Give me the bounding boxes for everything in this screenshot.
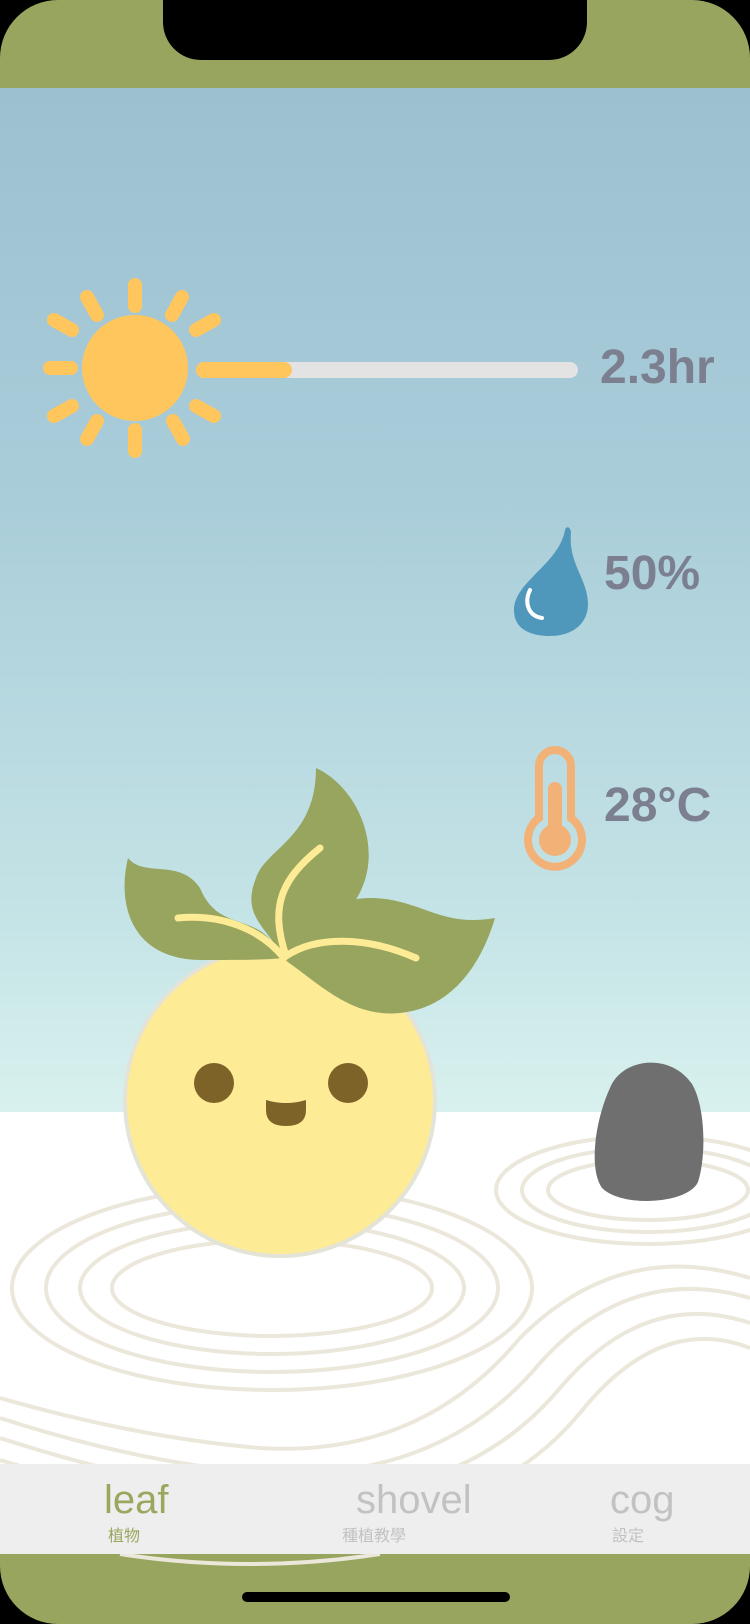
sand-ripple-bottom [119, 1554, 381, 1566]
sunlight-progress-track [196, 362, 578, 378]
device-frame: 2.3hr 50% 28°C leaf 植物 shovel 種植教學 cog 設… [0, 0, 750, 1624]
thermometer-icon [524, 746, 586, 871]
notch [163, 0, 587, 60]
tab-cog[interactable]: cog 設定 [590, 1464, 710, 1554]
home-indicator[interactable] [242, 1592, 510, 1602]
tab-cog-sublabel: 設定 [612, 1528, 645, 1545]
temperature-value: 28°C [604, 779, 712, 832]
water-drop-icon [514, 527, 588, 636]
tab-shovel[interactable]: shovel 種植教學 [320, 1464, 500, 1554]
tab-shovel-sublabel: 種植教學 [342, 1528, 407, 1545]
tab-leaf-label: leaf [104, 1478, 169, 1522]
plant-character [123, 768, 495, 1258]
app-screen: 2.3hr 50% 28°C leaf 植物 shovel 種植教學 cog 設… [0, 88, 750, 1554]
tab-leaf-sublabel: 植物 [108, 1528, 141, 1545]
tab-cog-label: cog [610, 1478, 675, 1522]
tab-bar: leaf 植物 shovel 種植教學 cog 設定 [0, 1464, 750, 1554]
sunlight-value: 2.3hr [600, 341, 715, 394]
sunlight-progress-fill [196, 362, 292, 378]
tab-shovel-label: shovel [356, 1478, 472, 1522]
humidity-value: 50% [604, 547, 701, 600]
stone [594, 1062, 704, 1201]
tab-leaf[interactable]: leaf 植物 [80, 1464, 220, 1554]
